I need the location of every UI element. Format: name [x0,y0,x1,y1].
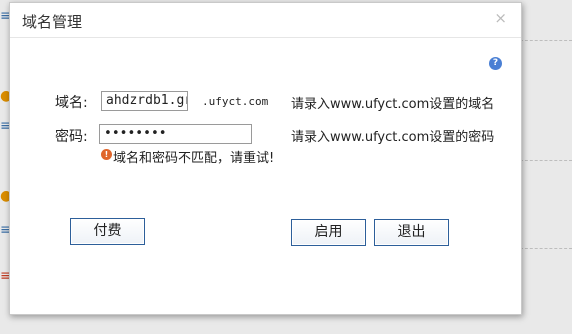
help-icon[interactable]: ? [489,57,502,70]
domain-hint: 请录入www.ufyct.com设置的域名 [291,97,495,112]
dialog-header: 域名管理 × [10,3,521,38]
password-input[interactable]: •••••••• [99,124,252,144]
domain-suffix: .ufyct.com [202,95,269,108]
domain-input[interactable]: ahdzrdb1.gr [101,91,188,111]
error-icon: ! [101,149,112,160]
password-hint: 请录入www.ufyct.com设置的密码 [291,130,495,145]
dialog-title: 域名管理 [22,13,83,31]
exit-button[interactable]: 退出 [374,219,449,246]
close-icon[interactable]: × [494,9,507,27]
domain-label: 域名: [55,95,88,111]
background-divider [520,248,572,249]
pay-button[interactable]: 付费 [70,218,145,245]
error-message: 域名和密码不匹配，请重试! [113,151,275,166]
enable-button[interactable]: 启用 [291,219,366,246]
background-divider [520,40,572,41]
domain-management-dialog: 域名管理 × ? 域名: ahdzrdb1.gr .ufyct.com 请录入w… [9,2,522,315]
background-divider [520,160,572,161]
password-label: 密码: [55,129,88,145]
